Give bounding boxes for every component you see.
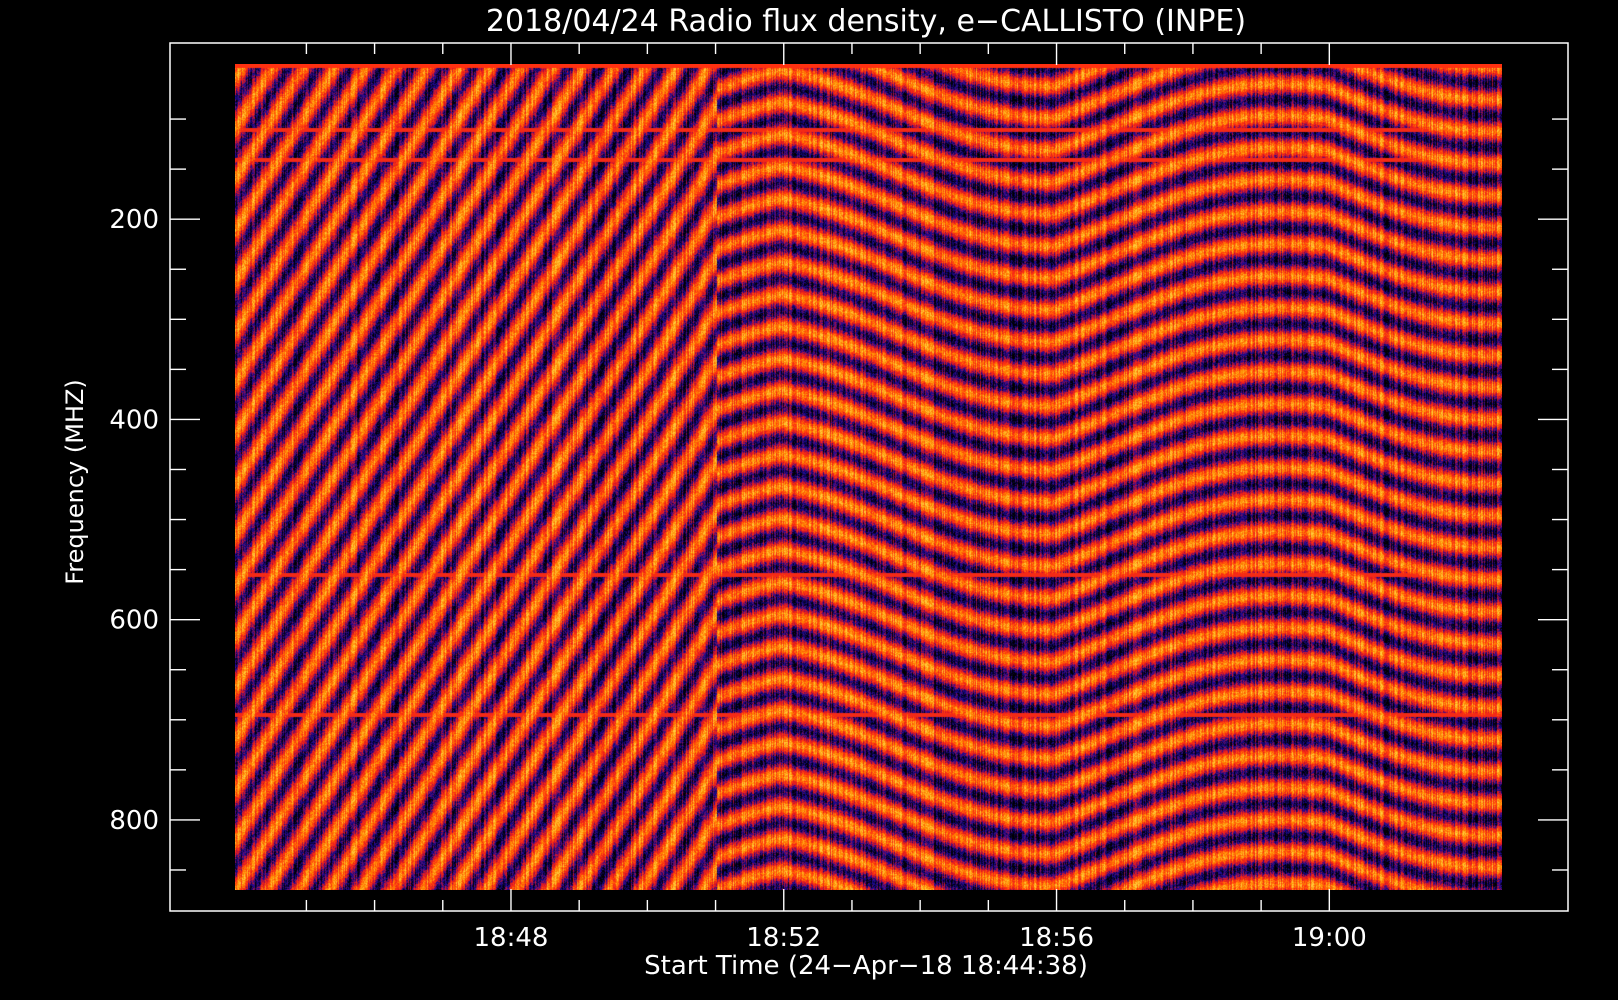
x-tick-label: 19:00 bbox=[1292, 923, 1367, 953]
y-tick-label: 600 bbox=[109, 606, 159, 636]
chart-title: 2018/04/24 Radio flux density, e−CALLIST… bbox=[486, 4, 1246, 39]
x-axis-label: Start Time (24−Apr−18 18:44:38) bbox=[644, 951, 1088, 981]
y-tick-label: 200 bbox=[109, 205, 159, 235]
y-axis-label: Frequency (MHZ) bbox=[61, 379, 89, 585]
spectrogram-chart: 18:48 18:52 18:56 19:00 200 400 600 800 2018/04… bbox=[0, 0, 1618, 1000]
x-tick-label: 18:48 bbox=[474, 923, 549, 953]
y-tick-label: 800 bbox=[109, 806, 159, 836]
spectrogram-heatmap bbox=[235, 64, 1502, 890]
x-tick-label: 18:56 bbox=[1019, 923, 1094, 953]
y-tick-label: 400 bbox=[109, 405, 159, 435]
x-tick-label: 18:52 bbox=[746, 923, 821, 953]
